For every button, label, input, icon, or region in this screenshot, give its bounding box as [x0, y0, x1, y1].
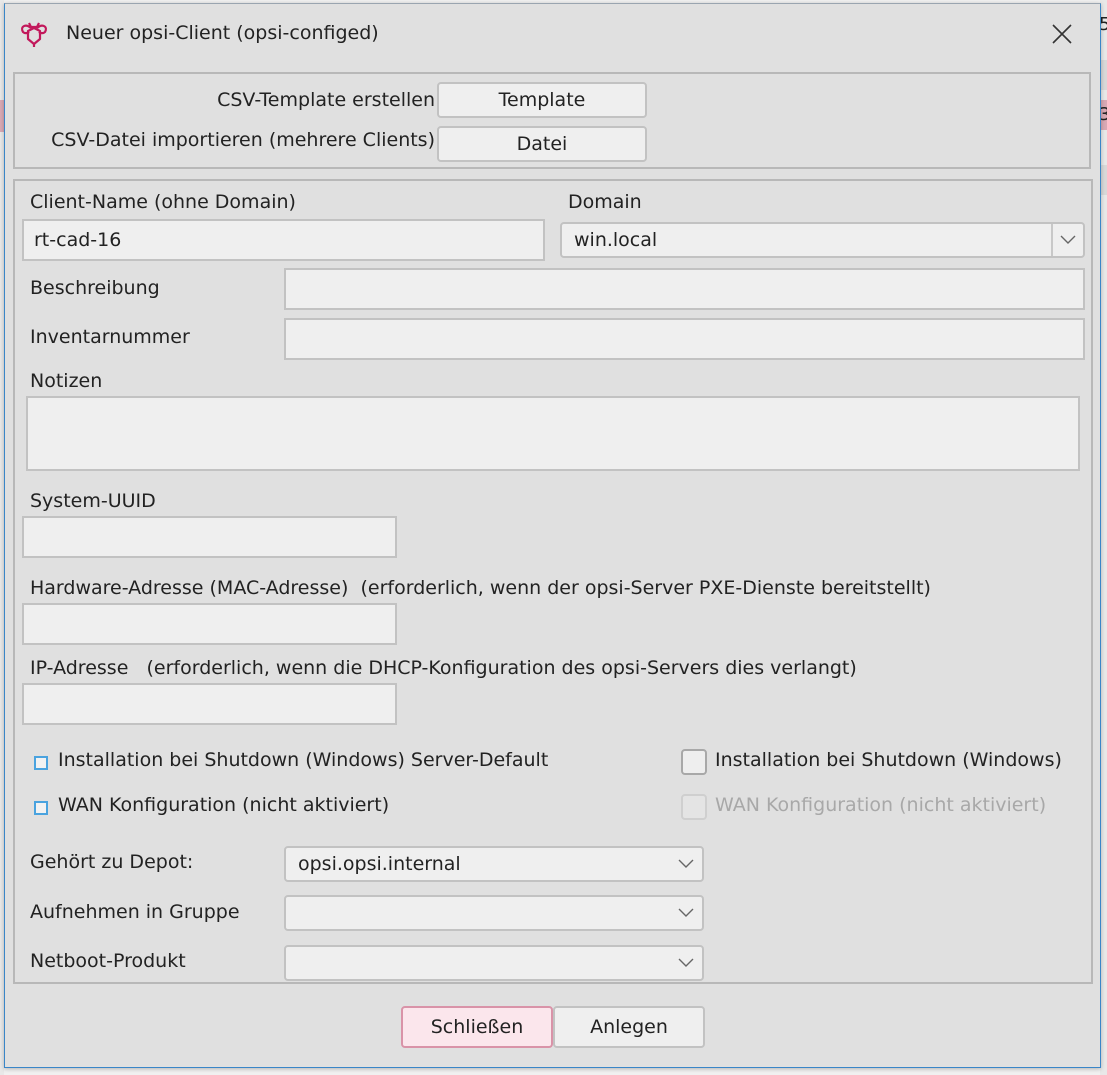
ip-address-input[interactable] — [22, 683, 397, 725]
wan-checkbox — [681, 794, 707, 820]
background-row — [1100, 165, 1107, 195]
mac-address-label-text: Hardware-Adresse (MAC-Adresse) — [30, 577, 349, 599]
mac-address-label: Hardware-Adresse (MAC-Adresse) (erforder… — [30, 577, 931, 599]
system-uuid-label: System-UUID — [30, 490, 156, 512]
ip-address-label-text: IP-Adresse — [30, 657, 129, 679]
wan-default-checkbox[interactable] — [34, 801, 48, 815]
csv-import-label: CSV-Datei importieren (mehrere Clients) — [51, 129, 435, 151]
mac-address-hint: (erforderlich, wenn der opsi-Server PXE-… — [360, 577, 931, 599]
netboot-product-select[interactable] — [284, 945, 704, 981]
wan-default-label[interactable]: WAN Konfiguration (nicht aktiviert) — [58, 794, 389, 816]
csv-template-label: CSV-Template erstellen — [217, 89, 435, 111]
shutdown-default-label[interactable]: Installation bei Shutdown (Windows) Serv… — [58, 749, 548, 771]
wan-label: WAN Konfiguration (nicht aktiviert) — [715, 794, 1047, 816]
domain-label: Domain — [568, 191, 642, 213]
shutdown-checkbox[interactable] — [681, 749, 707, 775]
template-button[interactable]: Template — [437, 82, 647, 118]
group-select[interactable] — [284, 895, 704, 931]
domain-value: win.local — [574, 229, 658, 251]
new-client-dialog: Neuer opsi-Client (opsi-configed) CSV-Te… — [4, 3, 1101, 1068]
chevron-down-icon[interactable] — [670, 897, 702, 929]
shutdown-default-checkbox[interactable] — [34, 756, 48, 770]
chevron-down-icon[interactable] — [670, 848, 702, 880]
depot-value: opsi.opsi.internal — [298, 853, 461, 875]
description-label: Beschreibung — [30, 277, 160, 299]
domain-select[interactable]: win.local — [560, 222, 1085, 258]
opsi-bee-icon — [21, 22, 47, 47]
create-button[interactable]: Anlegen — [553, 1006, 705, 1048]
shutdown-label[interactable]: Installation bei Shutdown (Windows) — [715, 749, 1062, 771]
window-title: Neuer opsi-Client (opsi-configed) — [66, 22, 379, 44]
depot-label: Gehört zu Depot: — [30, 851, 194, 873]
title-bar[interactable]: Neuer opsi-Client (opsi-configed) — [5, 4, 1100, 64]
chevron-down-icon[interactable] — [670, 947, 702, 979]
notes-label: Notizen — [30, 370, 103, 392]
client-form-panel: Client-Name (ohne Domain) Domain win.loc… — [13, 179, 1093, 984]
chevron-down-icon[interactable] — [1051, 224, 1083, 256]
mac-address-input[interactable] — [22, 603, 397, 645]
inventory-number-input[interactable] — [284, 318, 1085, 360]
client-name-input[interactable] — [22, 219, 545, 261]
ip-address-hint: (erforderlich, wenn die DHCP-Konfigurati… — [146, 657, 857, 679]
depot-select[interactable]: opsi.opsi.internal — [284, 846, 704, 882]
csv-panel: CSV-Template erstellen Template CSV-Date… — [13, 72, 1091, 169]
netboot-product-label: Netboot-Produkt — [30, 950, 186, 972]
notes-textarea[interactable] — [26, 396, 1080, 471]
file-button[interactable]: Datei — [437, 126, 647, 162]
group-label: Aufnehmen in Gruppe — [30, 901, 240, 923]
inventory-number-label: Inventarnummer — [30, 326, 190, 348]
description-input[interactable] — [284, 268, 1085, 310]
client-name-label: Client-Name (ohne Domain) — [30, 191, 296, 213]
background-row — [1100, 60, 1107, 90]
background-app-right-edge — [1100, 0, 1107, 1075]
close-button[interactable]: Schließen — [401, 1006, 553, 1048]
system-uuid-input[interactable] — [22, 516, 397, 558]
close-icon[interactable] — [1048, 20, 1076, 48]
ip-address-label: IP-Adresse (erforderlich, wenn die DHCP-… — [30, 657, 857, 679]
